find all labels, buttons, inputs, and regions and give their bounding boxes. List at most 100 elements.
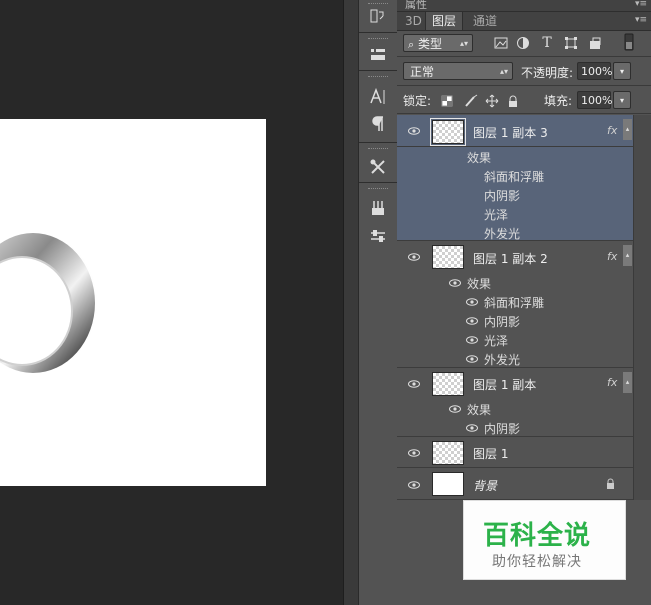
effect-item[interactable]: 内阴影 xyxy=(397,311,633,330)
effect-item[interactable]: 斜面和浮雕 xyxy=(397,292,633,311)
effect-item[interactable]: 外发光 xyxy=(397,349,633,368)
effect-item[interactable]: 光泽 xyxy=(397,330,633,349)
effect-name: 内阴影 xyxy=(484,422,521,436)
properties-title: 属性 xyxy=(405,0,427,11)
canvas-area[interactable] xyxy=(0,0,343,605)
effect-name: 光泽 xyxy=(484,208,509,222)
layer-thumbnail[interactable] xyxy=(432,245,464,269)
properties-panel-collapsed[interactable]: 属性 ▾≡ xyxy=(397,0,651,12)
panel-menu-icon[interactable]: ▾≡ xyxy=(635,15,647,25)
visibility-eye-icon[interactable] xyxy=(407,480,421,490)
layer-name[interactable]: 图层 1 副本 3 xyxy=(473,124,548,141)
image-filter-icon[interactable] xyxy=(493,35,509,51)
layer-name[interactable]: 图层 1 副本 xyxy=(473,376,536,393)
canvas-vertical-scrollbar[interactable] xyxy=(343,0,358,605)
dock-grip[interactable] xyxy=(368,148,388,152)
layer-thumbnail[interactable] xyxy=(432,372,464,396)
layer-row[interactable]: 图层 1 副本 3 fx ▴ xyxy=(397,115,633,147)
effects-header[interactable]: 效果 xyxy=(397,273,633,292)
layer-row[interactable]: 图层 1 副本 2 fx ▴ xyxy=(397,241,633,273)
layer-thumbnail[interactable] xyxy=(432,472,464,496)
lock-position-icon[interactable] xyxy=(484,93,500,109)
panel-tabs: 3D 图层 通道 ▾≡ xyxy=(397,12,651,31)
lock-image-pixels-icon[interactable] xyxy=(463,93,479,109)
layer-row[interactable]: 背景 xyxy=(397,468,633,500)
visibility-eye-icon[interactable] xyxy=(407,126,421,136)
brush-presets-icon[interactable] xyxy=(366,197,390,219)
lock-all-icon[interactable] xyxy=(505,93,521,109)
layer-row[interactable]: 图层 1 xyxy=(397,437,633,468)
lock-icon xyxy=(605,478,616,493)
document-canvas[interactable] xyxy=(0,119,266,486)
effect-visibility-eye-icon[interactable] xyxy=(465,423,479,433)
panel-dock-strip xyxy=(358,0,398,605)
opacity-field[interactable]: 100% xyxy=(577,62,612,80)
layer-effects-badge[interactable]: fx xyxy=(607,376,617,389)
character-icon[interactable] xyxy=(366,86,390,108)
layer-row[interactable]: 图层 1 副本 fx ▴ xyxy=(397,368,633,399)
effect-item[interactable]: 内阴影 xyxy=(397,185,633,204)
effect-item[interactable]: 内阴影 xyxy=(397,418,633,437)
tab-3d[interactable]: 3D xyxy=(399,12,428,30)
effect-item[interactable]: 光泽 xyxy=(397,204,633,223)
effects-visibility-eye-icon[interactable] xyxy=(448,278,462,288)
effect-visibility-eye-icon[interactable] xyxy=(465,335,479,345)
fill-field[interactable]: 100% xyxy=(577,91,612,109)
watermark-logo: 百科全说 助你轻松解决 xyxy=(463,500,626,580)
layer-thumbnail[interactable] xyxy=(430,118,466,146)
layers-scrollbar[interactable] xyxy=(633,115,651,500)
brush-settings-icon[interactable] xyxy=(366,225,390,247)
blend-mode-value: 正常 xyxy=(410,65,435,79)
dock-grip[interactable] xyxy=(368,38,388,42)
visibility-eye-icon[interactable] xyxy=(407,448,421,458)
dock-grip[interactable] xyxy=(368,76,388,80)
opacity-dropdown-button[interactable]: ▾ xyxy=(613,62,631,80)
effects-label: 效果 xyxy=(467,403,492,417)
visibility-eye-icon[interactable] xyxy=(407,252,421,262)
expand-effects-toggle-icon[interactable]: ▴ xyxy=(623,245,632,266)
filter-toggle-icon[interactable] xyxy=(621,33,637,51)
effect-visibility-eye-icon[interactable] xyxy=(465,354,479,364)
effect-item[interactable]: 斜面和浮雕 xyxy=(397,166,633,185)
effects-header[interactable]: 效果 xyxy=(397,147,633,166)
effects-label: 效果 xyxy=(467,151,492,165)
fill-label: 填充: xyxy=(544,94,573,108)
expand-effects-toggle-icon[interactable]: ▴ xyxy=(623,372,632,393)
layer-thumbnail[interactable] xyxy=(432,441,464,465)
history-icon[interactable] xyxy=(366,5,390,27)
layer-name[interactable]: 图层 1 副本 2 xyxy=(473,250,548,267)
effects-label: 效果 xyxy=(467,277,492,291)
actions-icon[interactable] xyxy=(366,43,390,65)
layer-effects-badge[interactable]: fx xyxy=(607,250,617,263)
dock-grip[interactable] xyxy=(368,188,388,192)
blend-mode-select[interactable]: 正常 ▴▾ xyxy=(403,62,513,80)
shape-filter-icon[interactable] xyxy=(563,35,579,51)
effect-visibility-eye-icon[interactable] xyxy=(465,297,479,307)
effects-visibility-eye-icon[interactable] xyxy=(448,404,462,414)
layer-filter-kind-select[interactable]: ⌕ 类型 ▴▾ xyxy=(403,34,473,52)
effect-name: 内阴影 xyxy=(484,315,521,329)
ring-artwork xyxy=(0,231,99,375)
paragraph-icon[interactable] xyxy=(366,113,390,135)
panel-menu-icon[interactable]: ▾≡ xyxy=(635,0,647,9)
effect-name: 斜面和浮雕 xyxy=(484,296,545,310)
tab-channels[interactable]: 通道 xyxy=(467,12,503,30)
expand-effects-toggle-icon[interactable]: ▴ xyxy=(623,119,632,140)
smart-object-filter-icon[interactable] xyxy=(587,35,603,51)
lock-label: 锁定: xyxy=(403,94,432,108)
layer-name[interactable]: 图层 1 xyxy=(473,445,508,462)
type-filter-icon[interactable]: T xyxy=(539,35,555,51)
tool-presets-icon[interactable] xyxy=(366,156,390,178)
lock-transparent-pixels-icon[interactable] xyxy=(439,93,455,109)
search-icon: ⌕ xyxy=(408,38,415,51)
tab-layers[interactable]: 图层 xyxy=(425,12,464,30)
effects-header[interactable]: 效果 xyxy=(397,399,633,418)
layers-list: 图层 1 副本 3 fx ▴ 效果 斜面和浮雕 内阴影 光泽 外发光 图层 1 … xyxy=(397,115,633,500)
visibility-eye-icon[interactable] xyxy=(407,379,421,389)
layer-effects-badge[interactable]: fx xyxy=(607,124,617,137)
layer-name[interactable]: 背景 xyxy=(473,477,497,494)
adjustment-filter-icon[interactable] xyxy=(515,35,531,51)
fill-dropdown-button[interactable]: ▾ xyxy=(613,91,631,109)
effect-item[interactable]: 外发光 xyxy=(397,223,633,242)
effect-visibility-eye-icon[interactable] xyxy=(465,316,479,326)
